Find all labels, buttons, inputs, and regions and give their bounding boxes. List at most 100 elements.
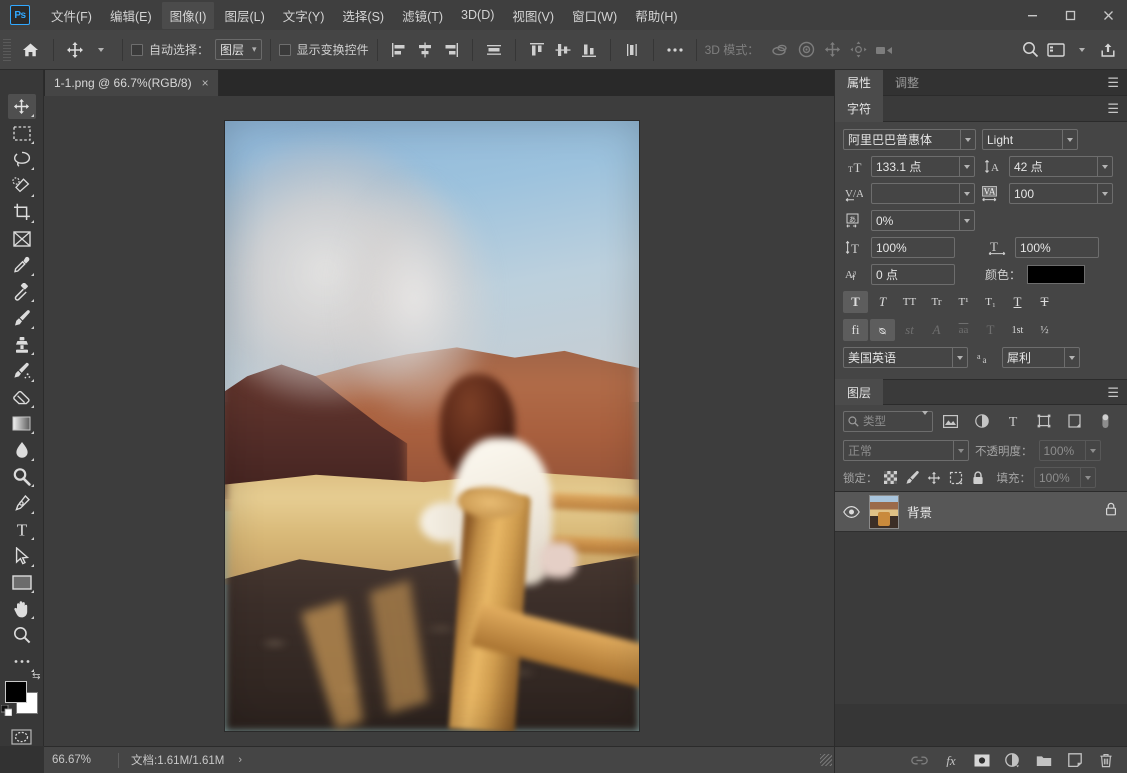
tab-properties[interactable]: 属性: [835, 69, 884, 96]
tab-character[interactable]: 字符: [835, 95, 884, 122]
lasso-tool[interactable]: [8, 147, 36, 172]
kerning-input[interactable]: [871, 183, 975, 204]
more-options-icon[interactable]: [662, 37, 688, 63]
new-layer-icon[interactable]: [1066, 752, 1083, 769]
layer-name[interactable]: 背景: [907, 502, 1097, 521]
menu-item-window[interactable]: 窗口(W): [564, 2, 625, 29]
zoom-level[interactable]: 66.67%: [44, 754, 106, 766]
close-icon[interactable]: ×: [202, 76, 209, 90]
align-horizontal-centers-icon[interactable]: [412, 37, 438, 63]
character-panel-menu-icon[interactable]: ☰: [1107, 102, 1119, 115]
underline-button[interactable]: T: [1005, 291, 1030, 313]
auto-select-target-dropdown[interactable]: 图层 ▾: [215, 39, 262, 60]
close-button[interactable]: [1089, 0, 1127, 30]
clone-stamp-tool[interactable]: [8, 332, 36, 357]
resize-grip[interactable]: [820, 754, 832, 766]
layer-thumbnail[interactable]: [869, 494, 899, 529]
lock-image-pixels-icon[interactable]: [903, 469, 922, 487]
adjustment-layer-icon[interactable]: [1004, 752, 1021, 769]
distribute-vertical-icon[interactable]: [619, 37, 645, 63]
menu-item-edit[interactable]: 编辑(E): [102, 2, 160, 29]
opacity-input[interactable]: 100%: [1038, 440, 1101, 461]
align-bottom-edges-icon[interactable]: [576, 37, 602, 63]
text-color-swatch[interactable]: [1027, 265, 1086, 284]
menu-item-select[interactable]: 选择(S): [334, 2, 392, 29]
superscript-button[interactable]: T¹: [951, 291, 976, 313]
quick-selection-tool[interactable]: [8, 173, 36, 198]
image-canvas[interactable]: [225, 121, 639, 731]
baseline-shift-input[interactable]: 0 点: [871, 264, 955, 285]
status-options-chevron-icon[interactable]: ›: [238, 754, 242, 766]
layer-mask-icon[interactable]: [973, 752, 990, 769]
canvas-area[interactable]: [44, 96, 834, 746]
font-family-dropdown[interactable]: 阿里巴巴普惠体: [843, 129, 976, 150]
layer-locked-icon[interactable]: [1105, 502, 1117, 521]
gradient-tool[interactable]: [8, 411, 36, 436]
filter-shape-icon[interactable]: [1030, 410, 1057, 432]
history-brush-tool[interactable]: [8, 358, 36, 383]
align-vertical-centers-icon[interactable]: [550, 37, 576, 63]
swap-colors-icon[interactable]: ⇆: [32, 671, 40, 682]
leading-input[interactable]: 42 点: [1009, 156, 1113, 177]
share-icon[interactable]: [1095, 37, 1121, 63]
eraser-tool[interactable]: [8, 385, 36, 410]
small-caps-button[interactable]: Tr: [924, 291, 949, 313]
delete-layer-icon[interactable]: [1097, 752, 1114, 769]
layer-filter-dropdown[interactable]: 类型: [843, 410, 933, 432]
search-icon[interactable]: [1017, 37, 1043, 63]
contextual-alternates-button[interactable]: ᴓ: [870, 319, 895, 341]
horizontal-scale-input[interactable]: 100%: [1015, 237, 1099, 258]
crop-tool[interactable]: [8, 200, 36, 225]
move-tool-icon[interactable]: [62, 37, 88, 63]
workspace-icon[interactable]: [1043, 37, 1069, 63]
filter-type-icon[interactable]: T: [999, 410, 1026, 432]
type-tool[interactable]: T: [8, 517, 36, 542]
fractions-button[interactable]: ½: [1032, 319, 1057, 341]
blur-tool[interactable]: [8, 437, 36, 462]
titling-alternates-button[interactable]: 1st: [1005, 319, 1030, 341]
lock-all-icon[interactable]: [969, 469, 988, 487]
align-right-edges-icon[interactable]: [438, 37, 464, 63]
menu-item-help[interactable]: 帮助(H): [627, 2, 685, 29]
strikethrough-button[interactable]: T: [1032, 291, 1057, 313]
tsume-input[interactable]: 0%: [871, 210, 975, 231]
options-bar-grip[interactable]: [3, 38, 11, 61]
blend-mode-dropdown[interactable]: 正常: [843, 440, 969, 461]
dodge-tool[interactable]: [8, 464, 36, 489]
layer-style-fx-icon[interactable]: fx: [942, 752, 959, 769]
filter-pixel-icon[interactable]: [937, 410, 964, 432]
brush-tool[interactable]: [8, 305, 36, 330]
pen-tool[interactable]: [8, 490, 36, 515]
align-left-edges-icon[interactable]: [386, 37, 412, 63]
lock-transparent-pixels-icon[interactable]: [881, 469, 900, 487]
anti-alias-dropdown[interactable]: 犀利: [1002, 347, 1080, 368]
layer-list[interactable]: 背景: [835, 492, 1127, 704]
menu-item-filter[interactable]: 滤镜(T): [394, 2, 451, 29]
font-size-input[interactable]: 133.1 点: [871, 156, 975, 177]
frame-tool[interactable]: [8, 226, 36, 251]
show-transform-controls-checkbox[interactable]: [278, 43, 291, 56]
table-row[interactable]: 背景: [835, 492, 1127, 532]
quick-mask-icon[interactable]: [11, 729, 33, 747]
menu-item-image[interactable]: 图像(I): [161, 1, 215, 29]
minimize-button[interactable]: [1013, 0, 1051, 30]
rectangular-marquee-tool[interactable]: [8, 120, 36, 145]
language-dropdown[interactable]: 美国英语: [843, 347, 968, 368]
menu-item-3d[interactable]: 3D(D): [453, 4, 502, 26]
faux-bold-button[interactable]: T: [843, 291, 868, 313]
tab-adjustments[interactable]: 调整: [883, 70, 931, 96]
font-style-dropdown[interactable]: Light: [982, 129, 1078, 150]
all-caps-button[interactable]: TT: [897, 291, 922, 313]
align-top-edges-icon[interactable]: [524, 37, 550, 63]
filter-toggle-icon[interactable]: [1092, 410, 1119, 432]
link-layers-icon[interactable]: [911, 752, 928, 769]
tab-layers[interactable]: 图层: [835, 379, 884, 405]
foreground-color-swatch[interactable]: [4, 681, 27, 704]
vertical-scale-input[interactable]: 100%: [871, 237, 955, 258]
menu-item-file[interactable]: 文件(F): [43, 2, 100, 29]
rectangle-tool[interactable]: [8, 570, 36, 595]
faux-italic-button[interactable]: T: [870, 291, 895, 313]
default-colors-icon[interactable]: [0, 703, 12, 721]
zoom-tool[interactable]: [8, 622, 36, 647]
distribute-horizontal-icon[interactable]: [481, 37, 507, 63]
